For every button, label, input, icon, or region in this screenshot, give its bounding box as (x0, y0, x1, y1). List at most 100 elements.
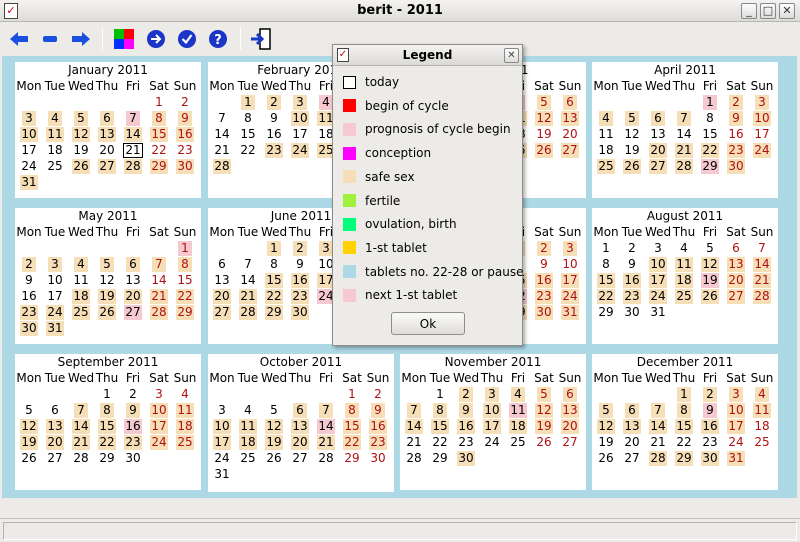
day-cell[interactable]: 7 (401, 402, 427, 418)
day-cell[interactable]: 16 (365, 418, 391, 434)
day-cell[interactable]: 24 (749, 142, 775, 158)
day-cell[interactable]: 1 (235, 94, 261, 110)
day-cell[interactable]: 14 (146, 272, 172, 288)
help-button[interactable]: ? (206, 27, 230, 51)
day-cell[interactable]: 19 (593, 434, 619, 450)
day-cell[interactable]: 9 (120, 402, 146, 418)
day-cell[interactable]: 24 (287, 142, 313, 158)
day-cell[interactable]: 14 (120, 126, 146, 142)
day-cell[interactable]: 6 (557, 94, 583, 110)
day-cell[interactable]: 19 (94, 288, 120, 304)
day-cell[interactable]: 28 (68, 450, 94, 466)
day-cell[interactable]: 13 (645, 126, 671, 142)
day-cell[interactable]: 6 (645, 110, 671, 126)
day-cell[interactable]: 30 (697, 450, 723, 466)
day-cell[interactable]: 17 (723, 418, 749, 434)
day-cell[interactable]: 16 (120, 418, 146, 434)
day-cell[interactable]: 21 (645, 434, 671, 450)
day-cell[interactable]: 6 (120, 256, 146, 272)
day-cell[interactable]: 20 (120, 288, 146, 304)
day-cell[interactable]: 5 (593, 402, 619, 418)
day-cell[interactable]: 16 (697, 418, 723, 434)
day-cell[interactable]: 21 (209, 142, 235, 158)
day-cell[interactable]: 4 (172, 386, 198, 402)
day-cell[interactable]: 8 (671, 402, 697, 418)
day-cell[interactable]: 5 (68, 110, 94, 126)
day-cell[interactable]: 15 (593, 272, 619, 288)
day-cell[interactable]: 3 (749, 94, 775, 110)
day-cell[interactable]: 31 (557, 304, 583, 320)
day-cell[interactable]: 24 (479, 434, 505, 450)
day-cell[interactable]: 1 (261, 240, 287, 256)
day-cell[interactable]: 8 (427, 402, 453, 418)
day-cell[interactable]: 18 (593, 142, 619, 158)
day-cell[interactable]: 23 (365, 434, 391, 450)
day-cell[interactable]: 16 (619, 272, 645, 288)
day-cell[interactable]: 11 (749, 402, 775, 418)
day-cell[interactable]: 3 (479, 386, 505, 402)
day-cell[interactable]: 30 (172, 158, 198, 174)
day-cell[interactable]: 22 (671, 434, 697, 450)
day-cell[interactable]: 14 (235, 272, 261, 288)
day-cell[interactable]: 13 (287, 418, 313, 434)
day-cell[interactable]: 25 (749, 434, 775, 450)
day-cell[interactable]: 24 (42, 304, 68, 320)
day-cell[interactable]: 25 (42, 158, 68, 174)
day-cell[interactable]: 15 (146, 126, 172, 142)
day-cell[interactable]: 28 (235, 304, 261, 320)
day-cell[interactable]: 21 (671, 142, 697, 158)
day-cell[interactable]: 10 (287, 110, 313, 126)
day-cell[interactable]: 30 (531, 304, 557, 320)
day-cell[interactable]: 17 (749, 126, 775, 142)
day-cell[interactable]: 31 (645, 304, 671, 320)
day-cell[interactable]: 3 (287, 94, 313, 110)
day-cell[interactable]: 20 (645, 142, 671, 158)
day-cell[interactable]: 7 (146, 256, 172, 272)
day-cell[interactable]: 12 (16, 418, 42, 434)
day-cell[interactable]: 21 (68, 434, 94, 450)
day-cell[interactable]: 11 (505, 402, 531, 418)
day-cell[interactable]: 17 (209, 434, 235, 450)
day-cell[interactable]: 24 (209, 450, 235, 466)
day-cell[interactable]: 7 (209, 110, 235, 126)
legend-close-button[interactable]: ✕ (504, 48, 519, 63)
day-cell[interactable]: 19 (697, 272, 723, 288)
day-cell[interactable]: 12 (697, 256, 723, 272)
day-cell[interactable]: 6 (557, 386, 583, 402)
day-cell[interactable]: 9 (453, 402, 479, 418)
day-cell[interactable]: 2 (365, 386, 391, 402)
day-cell[interactable]: 19 (531, 126, 557, 142)
day-cell[interactable]: 20 (619, 434, 645, 450)
day-cell[interactable]: 20 (94, 142, 120, 158)
maximize-button[interactable]: □ (760, 3, 776, 19)
day-cell[interactable]: 8 (593, 256, 619, 272)
day-cell[interactable]: 19 (261, 434, 287, 450)
day-cell[interactable]: 19 (16, 434, 42, 450)
day-cell[interactable]: 1 (172, 240, 198, 256)
day-cell[interactable]: 2 (453, 386, 479, 402)
day-cell[interactable]: 21 (749, 272, 775, 288)
day-cell[interactable]: 26 (619, 158, 645, 174)
day-cell[interactable]: 26 (531, 434, 557, 450)
day-cell[interactable]: 13 (94, 126, 120, 142)
day-cell[interactable]: 23 (287, 288, 313, 304)
day-cell[interactable]: 16 (723, 126, 749, 142)
day-cell[interactable]: 22 (261, 288, 287, 304)
day-cell[interactable]: 27 (94, 158, 120, 174)
day-cell[interactable]: 3 (146, 386, 172, 402)
day-cell[interactable]: 10 (16, 126, 42, 142)
day-cell[interactable]: 28 (401, 450, 427, 466)
day-cell[interactable]: 10 (557, 256, 583, 272)
day-cell[interactable]: 26 (16, 450, 42, 466)
legend-button[interactable] (112, 27, 136, 51)
day-cell[interactable]: 18 (749, 418, 775, 434)
day-cell[interactable]: 9 (261, 110, 287, 126)
day-cell[interactable]: 27 (557, 434, 583, 450)
day-cell[interactable]: 4 (671, 240, 697, 256)
day-cell[interactable]: 15 (339, 418, 365, 434)
day-cell[interactable]: 12 (94, 272, 120, 288)
day-cell[interactable]: 7 (749, 240, 775, 256)
day-cell[interactable]: 21 (146, 288, 172, 304)
day-cell[interactable]: 29 (172, 304, 198, 320)
day-cell[interactable]: 25 (593, 158, 619, 174)
